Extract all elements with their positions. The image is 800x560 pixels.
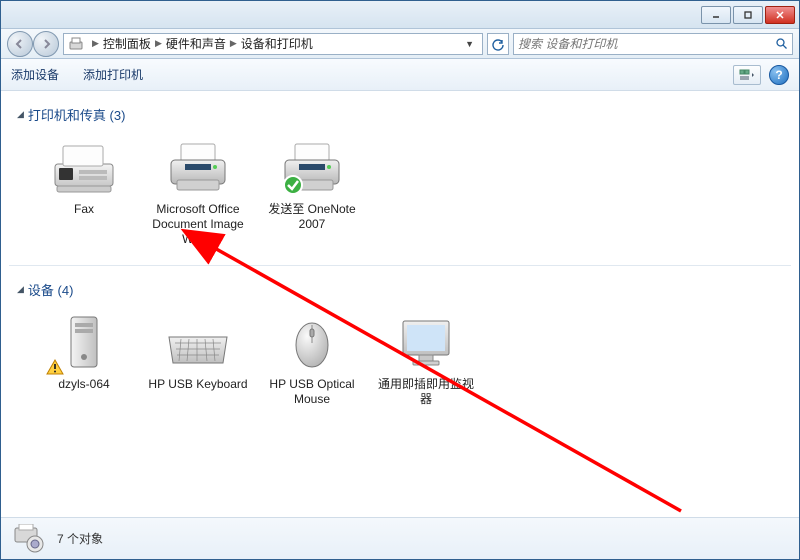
printer-icon xyxy=(162,136,234,198)
keyboard-icon xyxy=(162,311,234,373)
group-divider xyxy=(9,265,791,266)
search-input[interactable] xyxy=(518,37,775,51)
item-label: 通用即插即用监视器 xyxy=(375,377,477,407)
collapse-icon: ◢ xyxy=(17,109,24,120)
titlebar xyxy=(1,1,799,29)
breadcrumb-segment[interactable]: 设备和打印机 xyxy=(241,35,313,52)
nav-buttons xyxy=(7,31,59,57)
item-label: 发送至 OneNote 2007 xyxy=(261,202,363,232)
explorer-window: ▶ 控制面板 ▶ 硬件和声音 ▶ 设备和打印机 ▼ 添加设备 添加打印机 ? xyxy=(0,0,800,560)
devices-summary-icon xyxy=(11,523,47,555)
devices-printers-icon xyxy=(68,36,84,52)
breadcrumb[interactable]: ▶ 控制面板 ▶ 硬件和声音 ▶ 设备和打印机 ▼ xyxy=(63,33,483,55)
maximize-icon xyxy=(743,10,753,20)
item-label: Fax xyxy=(74,202,94,217)
address-bar: ▶ 控制面板 ▶ 硬件和声音 ▶ 设备和打印机 ▼ xyxy=(1,29,799,59)
group-header-devices[interactable]: ◢ 设备 (4) xyxy=(9,276,791,307)
device-item-mouse[interactable]: HP USB Optical Mouse xyxy=(257,307,367,411)
chevron-right-icon: ▶ xyxy=(230,38,237,49)
group-title: 打印机和传真 (3) xyxy=(28,105,126,124)
printers-items: Fax Microsoft Office Document Image Writ… xyxy=(9,132,791,251)
add-device-button[interactable]: 添加设备 xyxy=(11,66,59,83)
status-object-count: 7 个对象 xyxy=(57,530,103,547)
item-label: Microsoft Office Document Image Writer xyxy=(147,202,249,247)
computer-tower-icon xyxy=(48,311,120,373)
search-box[interactable] xyxy=(513,33,793,55)
device-item-keyboard[interactable]: HP USB Keyboard xyxy=(143,307,253,411)
collapse-icon: ◢ xyxy=(17,284,24,295)
view-options-button[interactable] xyxy=(733,65,761,85)
fax-icon xyxy=(48,136,120,198)
refresh-icon xyxy=(491,37,505,51)
device-item-onenote-printer[interactable]: 发送至 OneNote 2007 xyxy=(257,132,367,251)
help-icon: ? xyxy=(775,68,782,82)
breadcrumb-dropdown[interactable]: ▼ xyxy=(461,39,478,49)
forward-icon xyxy=(40,38,52,50)
maximize-button[interactable] xyxy=(733,6,763,24)
command-bar: 添加设备 添加打印机 ? xyxy=(1,59,799,91)
forward-button[interactable] xyxy=(33,31,59,57)
window-controls xyxy=(701,6,795,24)
add-printer-button[interactable]: 添加打印机 xyxy=(83,66,143,83)
item-label: dzyls-064 xyxy=(58,377,109,392)
item-label: HP USB Optical Mouse xyxy=(261,377,363,407)
refresh-button[interactable] xyxy=(487,33,509,55)
view-icon xyxy=(739,69,755,81)
group-header-printers[interactable]: ◢ 打印机和传真 (3) xyxy=(9,101,791,132)
breadcrumb-segment[interactable]: 硬件和声音 xyxy=(166,35,226,52)
breadcrumb-segment[interactable]: 控制面板 xyxy=(103,35,151,52)
details-pane: 7 个对象 xyxy=(1,517,799,559)
printer-default-icon xyxy=(276,136,348,198)
device-item-msoffice-printer[interactable]: Microsoft Office Document Image Writer xyxy=(143,132,253,251)
chevron-right-icon: ▶ xyxy=(92,38,99,49)
chevron-right-icon: ▶ xyxy=(155,38,162,49)
search-icon xyxy=(775,37,788,50)
monitor-icon xyxy=(390,311,462,373)
minimize-button[interactable] xyxy=(701,6,731,24)
device-item-pc[interactable]: dzyls-064 xyxy=(29,307,139,411)
minimize-icon xyxy=(711,10,721,20)
warning-icon xyxy=(46,359,64,375)
device-item-fax[interactable]: Fax xyxy=(29,132,139,251)
group-title: 设备 (4) xyxy=(28,280,74,299)
device-item-monitor[interactable]: 通用即插即用监视器 xyxy=(371,307,481,411)
close-button[interactable] xyxy=(765,6,795,24)
back-icon xyxy=(14,38,26,50)
item-label: HP USB Keyboard xyxy=(148,377,247,392)
close-icon xyxy=(775,10,785,20)
mouse-icon xyxy=(276,311,348,373)
devices-items: dzyls-064 HP USB Keyboard xyxy=(9,307,791,411)
help-button[interactable]: ? xyxy=(769,65,789,85)
content-area: ◢ 打印机和传真 (3) Fax xyxy=(1,91,799,517)
back-button[interactable] xyxy=(7,31,33,57)
default-check-icon xyxy=(282,174,304,196)
